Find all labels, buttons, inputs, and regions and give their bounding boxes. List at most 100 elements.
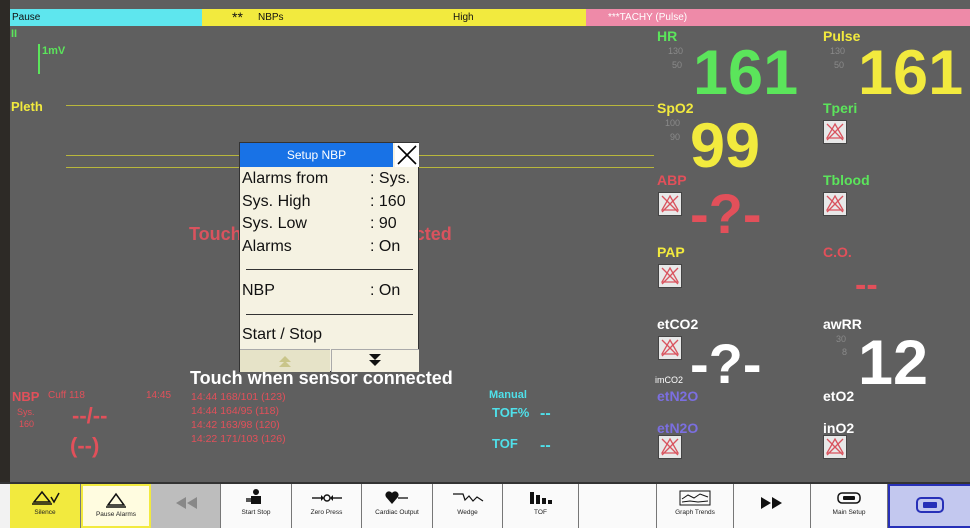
row-key: Alarms from — [242, 170, 329, 187]
no-sensor-icon — [660, 437, 680, 456]
pap-label[interactable]: PAP — [657, 244, 685, 260]
agent-no-sensor[interactable] — [658, 435, 682, 459]
tachy-alarm-banner[interactable]: ***TACHY (Pulse) — [586, 9, 970, 26]
wedge-wave-icon — [452, 493, 483, 502]
tof-button[interactable]: TOF — [503, 484, 579, 528]
tperi-no-sensor[interactable] — [823, 120, 847, 144]
nbp-time: 14:45 — [146, 390, 172, 401]
pleth-line-1 — [66, 105, 654, 106]
monitor-icon — [916, 497, 944, 513]
hr-label[interactable]: HR — [657, 28, 677, 44]
alarm-stars: ** — [232, 9, 243, 25]
pause-alarms-button[interactable]: Pause Alarms — [81, 484, 151, 528]
dialog-row-sys-low[interactable]: Sys. Low : 90 — [240, 213, 418, 236]
ino2-label[interactable]: inO2 — [823, 420, 854, 436]
nbp-cuff-icon — [246, 489, 261, 504]
abp-no-sensor[interactable] — [658, 192, 682, 216]
alarm-level: High — [453, 12, 474, 23]
pulse-alarm-low: 50 — [834, 60, 845, 70]
nbp-value: --/-- — [72, 403, 108, 428]
ino2-no-sensor[interactable] — [823, 435, 847, 459]
dialog-row-sys-high[interactable]: Sys. High : 160 — [240, 191, 418, 214]
spo2-label[interactable]: SpO2 — [657, 100, 694, 116]
awrr-label[interactable]: awRR — [823, 316, 862, 332]
abp-label[interactable]: ABP — [657, 172, 687, 188]
etco2-value: -?- — [690, 332, 762, 395]
nbp-cuff: Cuff 118 — [48, 390, 85, 401]
tof-label: TOF — [534, 509, 547, 516]
abp-value: -?- — [690, 182, 762, 245]
silence-label: Silence — [34, 509, 56, 516]
tblood-no-sensor[interactable] — [823, 192, 847, 216]
etco2-label[interactable]: etCO2 — [657, 316, 698, 332]
agent-label[interactable]: etN2O — [657, 420, 698, 436]
row-value: : 90 — [370, 215, 397, 232]
awrr-alarm-low: 8 — [842, 347, 848, 357]
scroll-down-button[interactable] — [331, 349, 419, 372]
nbp-alarm-banner[interactable]: ** NBPs High — [202, 9, 586, 26]
pulse-label[interactable]: Pulse — [823, 28, 860, 44]
hr-alarm-high: 130 — [668, 46, 684, 56]
nbp-history: 14:44 168/101 (123) 14:44 164/95 (118) 1… — [191, 390, 286, 446]
dialog-row-nbp[interactable]: NBP: On — [240, 280, 420, 303]
row-value: : 160 — [370, 192, 406, 210]
zero-press-button[interactable]: Zero Press — [292, 484, 362, 528]
dialog-title-bar: Setup NBP — [240, 143, 393, 167]
co-value: -- — [855, 266, 878, 304]
row-key: Sys. High — [242, 192, 311, 210]
main-setup-button[interactable]: Main Setup — [811, 484, 888, 528]
setup-nbp-dialog: Setup NBP Alarms from: Sys. Sys. High : 1… — [239, 142, 419, 372]
dialog-row-alarms[interactable]: Alarms: On — [240, 236, 418, 259]
co-label[interactable]: C.O. — [823, 244, 852, 260]
next-page-button[interactable] — [734, 484, 811, 528]
tof-bars-icon — [529, 492, 552, 504]
no-sensor-icon — [825, 122, 845, 141]
scroll-up-button[interactable] — [240, 349, 330, 372]
nbp-mean-value: (--) — [70, 433, 100, 458]
eto2-label[interactable]: etO2 — [823, 388, 854, 404]
graph-trends-label: Graph Trends — [675, 509, 715, 516]
history-entry: 14:42 163/98 (120) — [191, 419, 280, 431]
start-stop-label: Start Stop — [241, 509, 271, 516]
cardiac-output-button[interactable]: Cardiac Output — [362, 484, 433, 528]
etn2o-label[interactable]: etN2O — [657, 388, 698, 404]
dialog-row-alarms-from[interactable]: Alarms from: Sys. — [240, 168, 418, 191]
dialog-close-button[interactable] — [395, 143, 419, 167]
silence-button[interactable]: Silence — [10, 484, 81, 528]
no-sensor-icon — [660, 194, 680, 213]
spo2-value: 99 — [690, 111, 761, 181]
awrr-value: 12 — [858, 328, 929, 398]
nbp-sys-label: Sys. — [17, 407, 35, 417]
graph-trends-button[interactable]: Graph Trends — [657, 484, 734, 528]
spo2-alarm-high: 100 — [665, 118, 681, 128]
history-entry: 14:44 164/95 (118) — [191, 405, 279, 417]
start-stop-label: Start / Stop — [242, 326, 323, 343]
trends-graph-icon — [679, 490, 711, 506]
mv-scale-label: 1mV — [42, 45, 66, 57]
main-setup-label: Main Setup — [832, 509, 866, 516]
heart-icon — [385, 491, 408, 504]
previous-page-button[interactable] — [151, 484, 221, 528]
alarm-bell-icon — [106, 492, 126, 508]
row-key: Sys. Low — [242, 215, 307, 232]
blank-button[interactable] — [579, 484, 657, 528]
no-sensor-icon — [660, 266, 680, 285]
mv-scale-bar — [38, 44, 40, 74]
tof-pct-label: TOF% — [492, 405, 530, 420]
start-stop-button[interactable]: Start Stop — [221, 484, 292, 528]
zero-pressure-icon — [311, 494, 342, 502]
etco2-no-sensor[interactable] — [658, 336, 682, 360]
dialog-start-stop[interactable]: Start / Stop — [240, 324, 420, 347]
monitor-button[interactable] — [888, 484, 970, 528]
tperi-label[interactable]: Tperi — [823, 100, 857, 116]
pulse-alarm-high: 130 — [830, 46, 846, 56]
history-entry: 14:22 171/103 (126) — [191, 433, 286, 445]
wedge-button[interactable]: Wedge — [433, 484, 503, 528]
tof-label: TOF — [492, 436, 518, 451]
row-key: Alarms — [242, 237, 292, 255]
tof-manual: Manual — [489, 389, 527, 401]
tblood-label[interactable]: Tblood — [823, 172, 870, 188]
lead-label: II — [11, 28, 18, 40]
zero-press-label: Zero Press — [310, 509, 343, 516]
pap-no-sensor[interactable] — [658, 264, 682, 288]
